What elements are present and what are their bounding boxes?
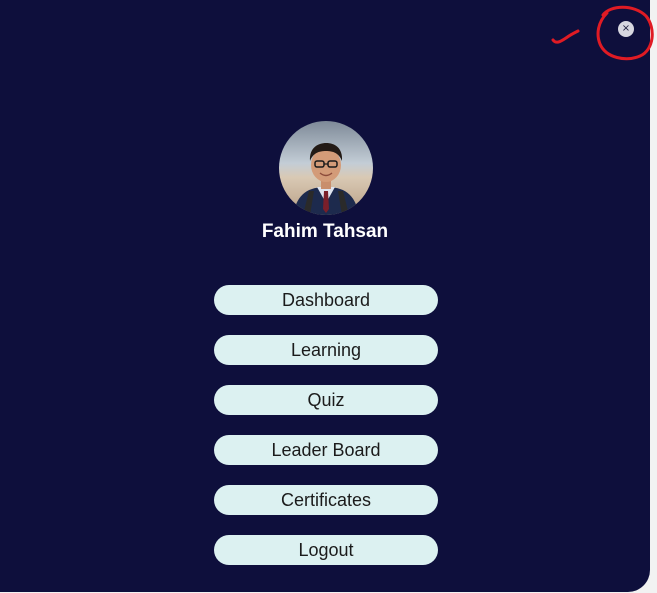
close-icon: × (621, 23, 631, 34)
menu-item-certificates[interactable]: Certificates (214, 485, 438, 515)
avatar-image (279, 121, 373, 215)
menu-item-learning[interactable]: Learning (214, 335, 438, 365)
sidebar-panel: × Fahim Tahsan Dashboard Learning Quiz L… (0, 0, 650, 592)
menu-item-quiz[interactable]: Quiz (214, 385, 438, 415)
menu-item-leader-board[interactable]: Leader Board (214, 435, 438, 465)
sidebar-menu: Dashboard Learning Quiz Leader Board Cer… (214, 285, 438, 585)
user-name: Fahim Tahsan (261, 221, 389, 242)
menu-item-logout[interactable]: Logout (214, 535, 438, 565)
menu-item-dashboard[interactable]: Dashboard (214, 285, 438, 315)
avatar (279, 121, 373, 215)
close-button[interactable]: × (618, 21, 634, 37)
